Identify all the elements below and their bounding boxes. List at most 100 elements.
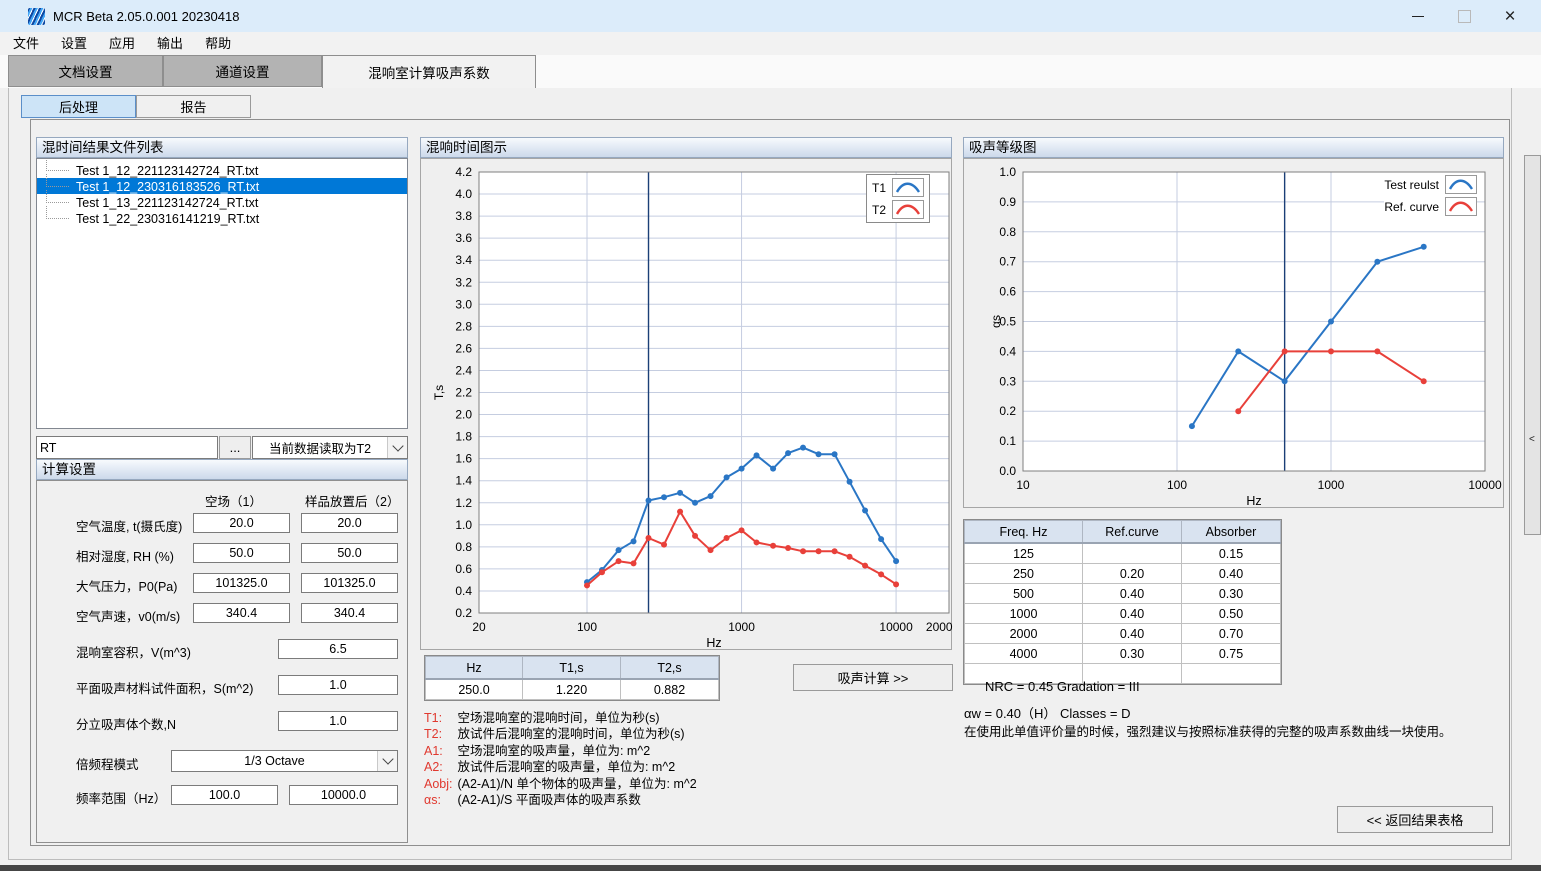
col-header-with-sample: 样品放置后（2） (305, 491, 399, 510)
legend-curve-icon (1445, 175, 1477, 194)
room-volume-field[interactable] (278, 639, 398, 659)
humidity-field-1[interactable] (193, 543, 290, 563)
annotation-text: 空场混响室的吸声量，单位为: m^2 (454, 744, 650, 758)
annotation-line: T2: 放试件后混响室的混响时间，单位为秒(s) (424, 726, 697, 742)
menu-item-4[interactable]: 输出 (146, 32, 194, 55)
file-list-item[interactable]: Test 1_13_221123142724_RT.txt (37, 194, 407, 210)
menu-item-2[interactable]: 设置 (50, 32, 98, 55)
svg-text:3.2: 3.2 (455, 275, 472, 289)
maximize-icon (1458, 10, 1471, 23)
annotation-text: 放试件后混响室的吸声量，单位为: m^2 (454, 760, 675, 774)
temp-field-1[interactable] (193, 513, 290, 533)
maximize-button[interactable] (1441, 0, 1487, 32)
svg-text:Hz: Hz (1246, 494, 1261, 508)
legend-label: T2 (872, 203, 886, 217)
table-cell: 0.30 (1083, 644, 1182, 664)
rt-chart[interactable]: 0.20.40.60.81.01.21.41.61.82.02.22.42.62… (420, 158, 952, 650)
freq-range-max-field[interactable] (289, 785, 398, 805)
table-cell: 0.70 (1182, 624, 1281, 644)
main-tab-3[interactable]: 混响室计算吸声系数 (322, 55, 536, 88)
annotation-line: αs: (A2-A1)/S 平面吸声体的吸声系数 (424, 792, 697, 808)
absorb-calc-button[interactable]: 吸声计算 >> (793, 664, 953, 691)
freq-range-min-field[interactable] (171, 785, 278, 805)
annotation-line: Aobj: (A2-A1)/N 单个物体的吸声量，单位为: m^2 (424, 776, 697, 792)
svg-text:3.0: 3.0 (455, 297, 472, 311)
table-row[interactable]: 5000.400.30 (965, 584, 1281, 604)
table-row[interactable]: 40000.300.75 (965, 644, 1281, 664)
table-cell: 0.30 (1182, 584, 1281, 604)
menu-item-3[interactable]: 应用 (98, 32, 146, 55)
back-to-results-button[interactable]: << 返回结果表格 (1337, 806, 1493, 833)
grade-chart[interactable]: 0.00.10.20.30.40.50.60.70.80.91.01010010… (963, 158, 1504, 508)
svg-text:1.0: 1.0 (999, 165, 1016, 179)
aw-result-text: αw = 0.40（H） Classes = D (964, 703, 1130, 722)
table-row[interactable]: 1250.15 (965, 543, 1281, 564)
octave-mode-dropdown[interactable]: 1/3 Octave (171, 750, 398, 772)
title-bar: MCR Beta 2.05.0.001 20230418 × (0, 0, 1541, 32)
svg-text:2.6: 2.6 (455, 341, 472, 355)
nrc-result-text: NRC = 0.45 Gradation = III (985, 679, 1140, 694)
file-list-item[interactable]: Test 1_12_221123142724_RT.txt (37, 162, 407, 178)
dropdown-button[interactable] (377, 751, 397, 771)
chevron-down-icon (392, 440, 403, 451)
menu-bar: 文件设置应用输出帮助 (0, 32, 1541, 55)
sub-tab-2[interactable]: 报告 (136, 95, 251, 118)
sample-area-field[interactable] (278, 675, 398, 695)
menu-item-5[interactable]: 帮助 (194, 32, 242, 55)
sound-speed-field-1[interactable] (193, 603, 290, 623)
table-cell: 0.882 (621, 679, 719, 700)
pressure-field-2[interactable] (301, 573, 398, 593)
legend-entry: Ref. curve (1384, 197, 1477, 216)
rt-input[interactable] (36, 436, 218, 459)
collapse-panel-handle[interactable]: < (1524, 155, 1541, 535)
rt-table-container: HzT1,sT2,s250.01.2200.882 (424, 655, 720, 701)
table-cell: 0.75 (1182, 644, 1281, 664)
table-row[interactable]: 250.01.2200.882 (426, 679, 719, 700)
table-cell: 4000 (965, 644, 1083, 664)
humidity-field-2[interactable] (301, 543, 398, 563)
browse-button[interactable]: ... (219, 436, 251, 459)
close-button[interactable]: × (1487, 0, 1533, 32)
svg-text:1000: 1000 (1318, 478, 1345, 492)
tree-branch-icon (46, 206, 69, 219)
main-tab-2[interactable]: 通道设置 (163, 55, 322, 87)
temp-field-2[interactable] (301, 513, 398, 533)
tree-branch-icon (46, 190, 69, 203)
dropdown-button[interactable] (387, 437, 407, 458)
file-list-item[interactable]: Test 1_12_230316183526_RT.txt (37, 178, 407, 194)
table-row[interactable]: 10000.400.50 (965, 604, 1281, 624)
annotation-line: T1: 空场混响室的混响时间，单位为秒(s) (424, 710, 697, 726)
file-name-label: Test 1_12_221123142724_RT.txt (76, 164, 258, 178)
svg-text:1.8: 1.8 (455, 430, 472, 444)
svg-text:3.8: 3.8 (455, 209, 472, 223)
main-tab-strip: 文档设置通道设置混响室计算吸声系数 (0, 55, 1541, 88)
svg-text:0.1: 0.1 (999, 434, 1016, 448)
svg-text:2.8: 2.8 (455, 319, 472, 333)
absorber-count-field[interactable] (278, 711, 398, 731)
pressure-field-1[interactable] (193, 573, 290, 593)
data-read-dropdown[interactable]: 当前数据读取为T2 (252, 436, 408, 459)
svg-text:0.4: 0.4 (999, 344, 1016, 358)
sound-speed-label: 空气声速，v0(m/s) (76, 606, 180, 625)
legend-label: Ref. curve (1384, 200, 1439, 214)
room-volume-label: 混响室容积，V(m^3) (76, 642, 191, 661)
table-cell: 0.20 (1083, 564, 1182, 584)
annotation-label: αs: (424, 792, 454, 808)
table-row[interactable]: 2500.200.40 (965, 564, 1281, 584)
minimize-button[interactable] (1395, 0, 1441, 32)
octave-mode-label: 倍频程模式 (76, 754, 139, 773)
main-tab-1[interactable]: 文档设置 (8, 55, 163, 87)
sound-speed-field-2[interactable] (301, 603, 398, 623)
annotation-line: A1: 空场混响室的吸声量，单位为: m^2 (424, 743, 697, 759)
table-cell: 1.220 (523, 679, 621, 700)
table-cell: 500 (965, 584, 1083, 604)
file-list-item[interactable]: Test 1_22_230316141219_RT.txt (37, 210, 407, 226)
svg-text:2.2: 2.2 (455, 386, 472, 400)
menu-item-1[interactable]: 文件 (2, 32, 50, 55)
sub-tab-1[interactable]: 后处理 (21, 95, 136, 118)
grade-table-container: Freq. HzRef.curveAbsorber1250.152500.200… (963, 519, 1282, 685)
table-cell: 0.15 (1182, 543, 1281, 564)
table-cell: 250 (965, 564, 1083, 584)
table-row[interactable]: 20000.400.70 (965, 624, 1281, 644)
temp-label: 空气温度, t(摄氏度) (76, 516, 182, 535)
